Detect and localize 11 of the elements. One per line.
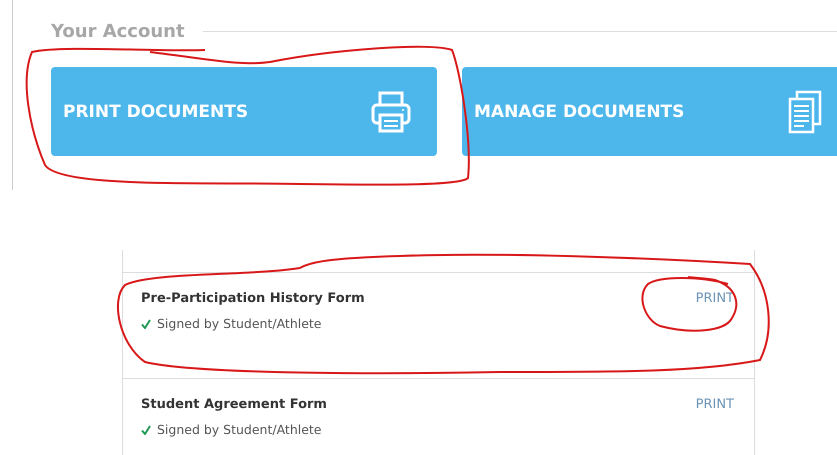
documents-icon <box>788 90 822 134</box>
section-title: Your Account <box>51 20 185 42</box>
signature-status: Signed by Student/Athlete <box>157 422 322 437</box>
signature-status: Signed by Student/Athlete <box>157 316 322 331</box>
tile-button[interactable]: MANAGE DOCUMENTS <box>462 67 837 156</box>
tile-button[interactable]: PRINT DOCUMENTS <box>51 67 437 156</box>
print-link[interactable]: PRINT <box>696 291 734 378</box>
document-title: Student Agreement Form <box>141 397 327 412</box>
print-link[interactable]: PRINT <box>696 397 734 455</box>
printer-icon <box>371 90 411 132</box>
document-title: Pre-Participation History Form <box>141 291 365 306</box>
